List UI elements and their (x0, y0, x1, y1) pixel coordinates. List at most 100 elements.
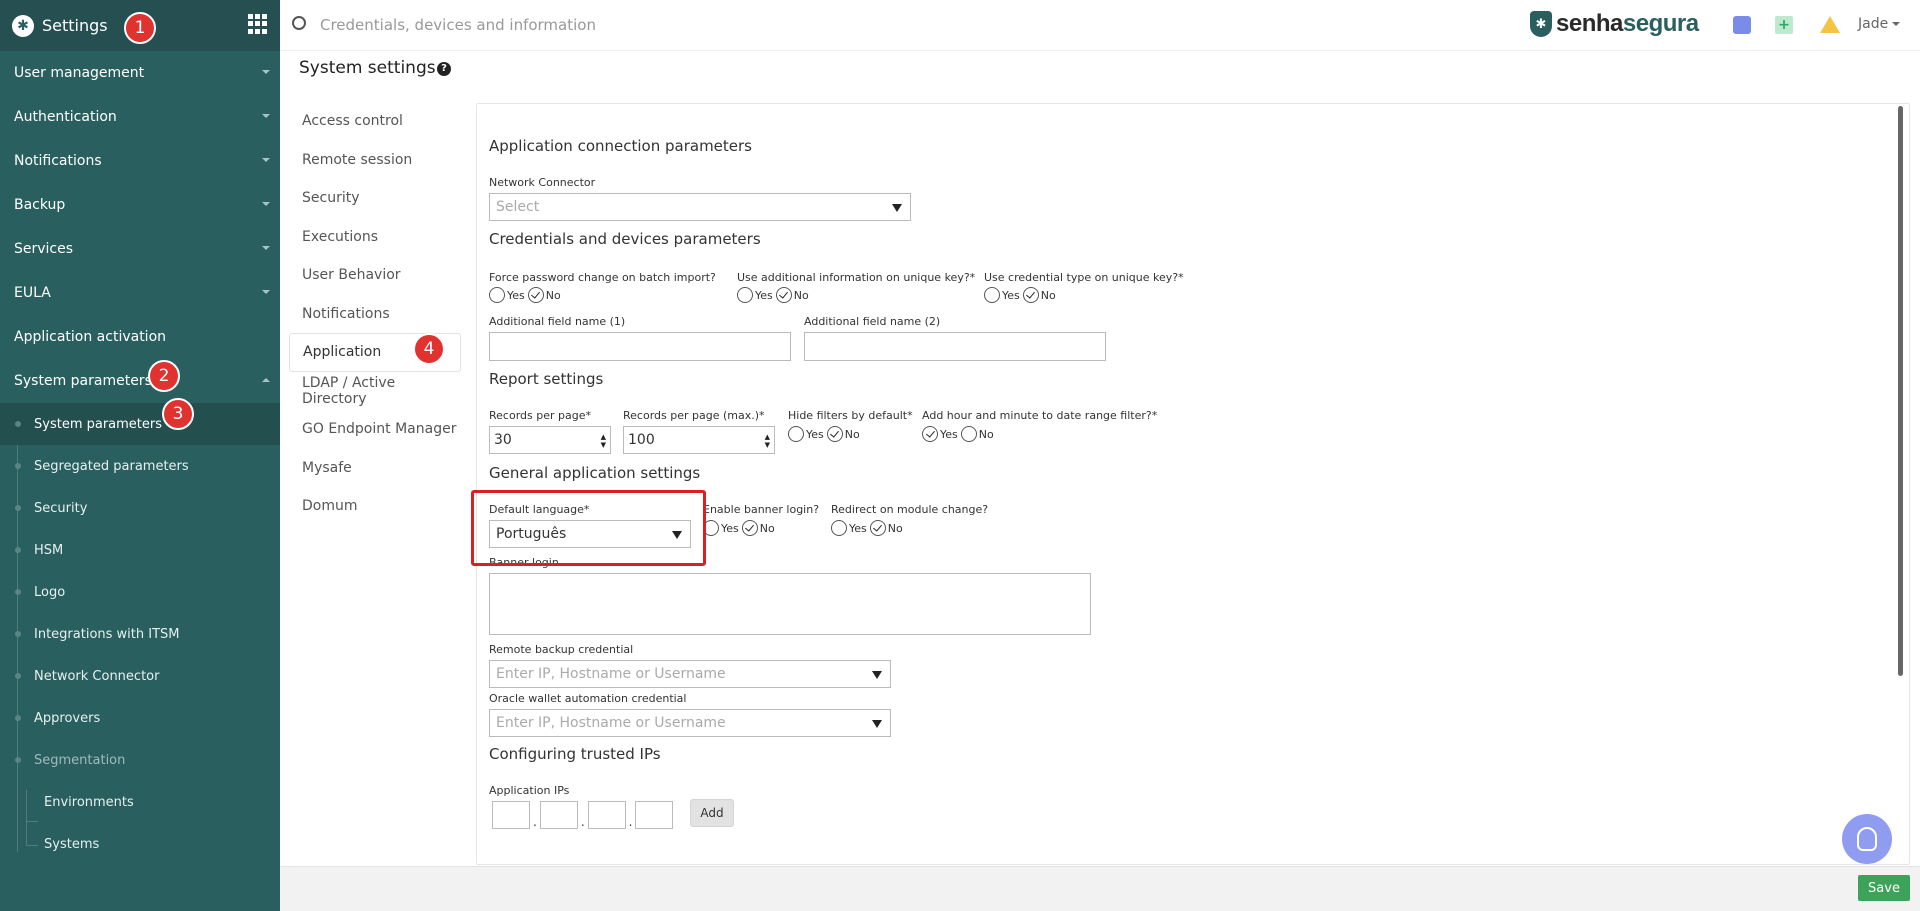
radio-yes[interactable] (737, 287, 753, 303)
sidebar-subitem-systems[interactable]: Systems (0, 823, 280, 865)
home-icon[interactable] (1733, 16, 1751, 34)
default-language-select[interactable]: Português (489, 520, 691, 548)
ip-octet-3-input[interactable] (587, 801, 626, 829)
add-ip-button[interactable]: Add (690, 799, 734, 827)
sidebar-item-notifications[interactable]: Notifications (0, 139, 280, 183)
step-badge-3: 3 (162, 398, 194, 430)
user-menu[interactable]: Jade (1858, 16, 1901, 32)
radio-label: Yes (1002, 288, 1020, 302)
radio-label: Yes (806, 427, 824, 441)
sidebar-subitem-segregated-parameters[interactable]: Segregated parameters (0, 445, 280, 487)
sidebar-subitem-segmentation[interactable]: Segmentation (0, 739, 280, 781)
sidebar-subitem-approvers[interactable]: Approvers (0, 697, 280, 739)
records-per-page-max-input[interactable]: 100 ▲ ▼ (623, 426, 775, 454)
field-label: Records per page (max.)* (623, 409, 765, 422)
radio-no[interactable] (960, 426, 977, 442)
nav-ldap[interactable]: LDAP / Active Directory (289, 372, 461, 411)
field-label: Network Connector (489, 176, 596, 189)
sidebar-item-system-parameters[interactable]: System parameters (0, 359, 280, 403)
radio-no[interactable] (869, 520, 886, 536)
chevron-down-icon (262, 290, 270, 294)
sidebar: ✱ Settings User management Authenticatio… (0, 0, 280, 911)
field-label: Additional field name (2) (804, 315, 941, 328)
nav-user-behavior[interactable]: User Behavior (289, 256, 461, 295)
remote-backup-select[interactable]: Enter IP, Hostname or Username (489, 660, 891, 688)
field-label: Remote backup credential (489, 643, 634, 656)
stepper-icon[interactable]: ▲ ▼ (601, 433, 606, 449)
radio-label: Yes (849, 521, 867, 535)
warning-icon[interactable] (1820, 16, 1840, 33)
lightbulb-icon (1857, 827, 1877, 851)
ip-octet-2-input[interactable] (539, 801, 578, 829)
sidebar-item-services[interactable]: Services (0, 227, 280, 271)
use-type-radio-group: Yes No (984, 287, 1059, 303)
radio-no[interactable] (527, 287, 544, 303)
nav-go-endpoint-manager[interactable]: GO Endpoint Manager (289, 410, 461, 449)
radio-yes[interactable] (788, 426, 804, 442)
sidebar-item-application-activation[interactable]: Application activation (0, 315, 280, 359)
assistant-button[interactable] (1842, 814, 1892, 864)
brand-name-suffix: segura (1622, 10, 1699, 37)
sidebar-item-backup[interactable]: Backup (0, 183, 280, 227)
topbar: ✱ senhasegura + Jade (280, 0, 1920, 51)
field-label: Default language* (489, 503, 590, 516)
sidebar-item-eula[interactable]: EULA (0, 271, 280, 315)
apps-grid-icon[interactable] (248, 14, 268, 34)
additional-field-2-input[interactable] (804, 332, 1106, 361)
add-hour-radio-group: Yes No (922, 426, 997, 442)
sidebar-subitem-hsm[interactable]: HSM (0, 529, 280, 571)
scrollbar[interactable] (1898, 106, 1903, 676)
additional-field-1-input[interactable] (489, 332, 791, 361)
nav-notifications[interactable]: Notifications (289, 295, 461, 334)
sidebar-item-authentication[interactable]: Authentication (0, 95, 280, 139)
save-button[interactable]: Save (1858, 875, 1910, 901)
sidebar-item-label: Backup (14, 197, 66, 213)
banner-login-radio-group: Yes No (703, 520, 778, 536)
sidebar-subitem-system-parameters[interactable]: System parameters (0, 403, 280, 445)
nav-remote-session[interactable]: Remote session (289, 141, 461, 180)
add-note-icon[interactable]: + (1775, 16, 1793, 34)
radio-yes[interactable] (489, 287, 505, 303)
ip-octet-1-input[interactable] (492, 801, 530, 829)
sidebar-item-label: User management (14, 65, 145, 81)
sidebar-subitem-label: Systems (44, 836, 100, 852)
use-info-radio-group: Yes No (737, 287, 812, 303)
radio-no[interactable] (826, 426, 843, 442)
settings-nav: Access control Remote session Security E… (289, 102, 461, 526)
help-icon[interactable]: ? (437, 62, 451, 76)
radio-label: No (759, 521, 775, 535)
banner-login-textarea[interactable] (489, 573, 1091, 635)
force-pwd-radio-group: Yes No (489, 287, 564, 303)
oracle-wallet-select[interactable]: Enter IP, Hostname or Username (489, 709, 891, 737)
nav-mysafe[interactable]: Mysafe (289, 449, 461, 488)
sidebar-item-user-management[interactable]: User management (0, 51, 280, 95)
stepper-icon[interactable]: ▲ ▼ (765, 433, 770, 449)
records-per-page-input[interactable]: 30 ▲ ▼ (489, 426, 611, 454)
radio-label: No (844, 427, 860, 441)
sidebar-subitem-environments[interactable]: Environments (0, 781, 280, 823)
dropdown-arrow-icon (872, 671, 882, 679)
radio-no[interactable] (741, 520, 758, 536)
redirect-radio-group: Yes No (831, 520, 906, 536)
nav-security[interactable]: Security (289, 179, 461, 218)
radio-yes[interactable] (922, 426, 938, 442)
search-input[interactable] (320, 12, 820, 38)
radio-yes[interactable] (831, 520, 847, 536)
radio-no[interactable] (775, 287, 792, 303)
bullet-icon (15, 757, 21, 763)
nav-executions[interactable]: Executions (289, 218, 461, 257)
network-connector-select[interactable]: Select (489, 193, 911, 221)
radio-yes[interactable] (703, 520, 719, 536)
brand-name-prefix: senha (1556, 10, 1623, 37)
radio-yes[interactable] (984, 287, 1000, 303)
nav-access-control[interactable]: Access control (289, 102, 461, 141)
sidebar-subitem-logo[interactable]: Logo (0, 571, 280, 613)
sidebar-subitem-network-connector[interactable]: Network Connector (0, 655, 280, 697)
ip-octet-4-input[interactable] (635, 801, 674, 829)
settings-logo-icon: ✱ (12, 14, 34, 37)
sidebar-subitem-security[interactable]: Security (0, 487, 280, 529)
sidebar-subitem-integrations-itsm[interactable]: Integrations with ITSM (0, 613, 280, 655)
nav-domum[interactable]: Domum (289, 487, 461, 526)
radio-no[interactable] (1022, 287, 1039, 303)
dropdown-arrow-icon (892, 204, 902, 212)
